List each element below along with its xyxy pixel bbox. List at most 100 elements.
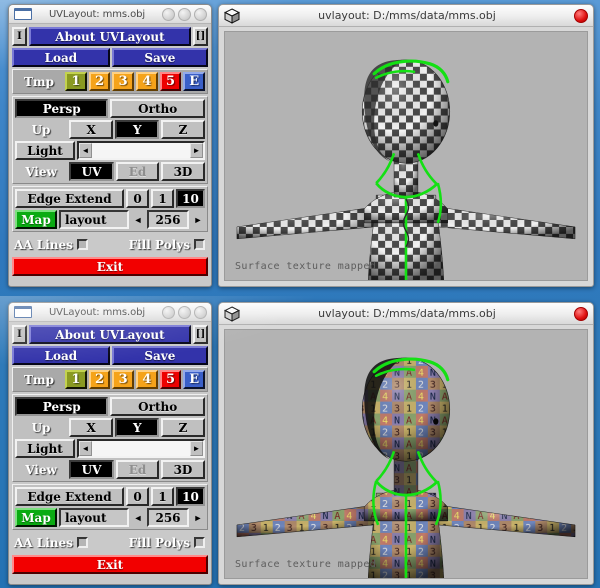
map-size-input[interactable]: 256	[147, 508, 189, 527]
aa-lines-group[interactable]: AA Lines	[14, 235, 88, 254]
minimize-icon[interactable]	[162, 7, 175, 21]
close-icon[interactable]	[194, 305, 207, 319]
control-window-titlebar-2[interactable]: UVLayout: mms.obj	[9, 303, 211, 322]
slider-right-arrow-icon[interactable]: ►	[190, 441, 203, 456]
light-row: Light ◄ ►	[15, 141, 205, 160]
map-name-input[interactable]: layout	[59, 210, 129, 229]
control-window-titlebar[interactable]: UVLayout: mms.obj	[9, 5, 211, 24]
exit-button[interactable]: Exit	[12, 257, 208, 276]
view-uv-button[interactable]: UV	[69, 460, 115, 479]
exit-button[interactable]: Exit	[12, 555, 208, 574]
fill-polys-group[interactable]: Fill Polys	[129, 533, 205, 552]
close-icon[interactable]	[574, 306, 588, 321]
tmp-button-2[interactable]: 2	[88, 370, 111, 389]
edge-extend-0-button[interactable]: 0	[126, 189, 149, 208]
slider-track[interactable]	[92, 441, 190, 456]
save-button[interactable]: Save	[111, 346, 209, 365]
tmp-label: Tmp	[23, 74, 55, 89]
about-uvlayout-button[interactable]: About UVLayout	[29, 27, 191, 46]
maximize-icon[interactable]	[178, 305, 191, 319]
map-size-decrease-icon[interactable]: ◄	[131, 508, 145, 527]
load-button[interactable]: Load	[12, 346, 110, 365]
tmp-button-4[interactable]: 4	[136, 72, 158, 91]
view-settings-group-2: Persp Ortho Up X Y Z Light ◄ ► View UV E…	[12, 394, 208, 482]
light-button[interactable]: Light	[15, 439, 75, 458]
view-uv-button[interactable]: UV	[69, 162, 115, 181]
ortho-button[interactable]: Ortho	[110, 99, 206, 118]
aa-lines-checkbox[interactable]	[76, 239, 88, 250]
persp-button[interactable]: Persp	[15, 99, 109, 118]
aa-lines-label: AA Lines	[14, 237, 73, 252]
light-button[interactable]: Light	[15, 141, 75, 160]
edge-extend-10-button[interactable]: 10	[176, 189, 205, 208]
tmp-button-1[interactable]: 1	[65, 72, 87, 91]
viewport-canvas-bottom[interactable]: 1 2 3 A 4 N	[224, 329, 588, 579]
minimize-icon[interactable]	[162, 305, 175, 319]
up-axis-z-button[interactable]: Z	[161, 418, 205, 437]
menu-left-button[interactable]: I	[12, 27, 27, 46]
map-button[interactable]: Map	[15, 210, 57, 229]
up-axis-y-button[interactable]: Y	[115, 418, 160, 437]
up-axis-y-button[interactable]: Y	[115, 120, 160, 139]
window-icon	[14, 306, 32, 318]
view-ed-button: Ed	[116, 162, 159, 181]
tmp-button-5[interactable]: 5	[159, 72, 182, 91]
slider-left-arrow-icon[interactable]: ◄	[79, 441, 92, 456]
edge-extend-0-button[interactable]: 0	[126, 487, 149, 506]
up-label: Up	[31, 420, 51, 435]
slider-track[interactable]	[92, 143, 190, 158]
viewport-window-top: uvlayout: D:/mms/data/mms.obj Surface te…	[218, 4, 594, 287]
tmp-button-3[interactable]: 3	[112, 72, 135, 91]
viewport-canvas-top[interactable]: Surface texture mapped	[224, 31, 588, 281]
tmp-button-e[interactable]: E	[183, 370, 206, 389]
tmp-button-3[interactable]: 3	[112, 370, 135, 389]
fill-polys-checkbox[interactable]	[194, 537, 205, 548]
light-slider[interactable]: ◄ ►	[77, 141, 205, 160]
edge-extend-button[interactable]: Edge Extend	[15, 189, 124, 208]
maximize-icon[interactable]	[178, 7, 191, 21]
light-slider[interactable]: ◄ ►	[77, 439, 205, 458]
fill-polys-group[interactable]: Fill Polys	[129, 235, 205, 254]
tmp-button-5[interactable]: 5	[159, 370, 182, 389]
view-3d-button[interactable]: 3D	[160, 162, 205, 181]
persp-button[interactable]: Persp	[15, 397, 109, 416]
up-axis-x-button[interactable]: X	[69, 120, 114, 139]
fill-polys-checkbox[interactable]	[194, 239, 205, 250]
status-text-bottom: Surface texture mapped	[235, 559, 377, 570]
close-icon[interactable]	[194, 7, 207, 21]
tmp-button-2[interactable]: 2	[88, 72, 111, 91]
close-icon[interactable]	[574, 8, 588, 23]
map-size-increase-icon[interactable]: ►	[191, 508, 205, 527]
map-size-input[interactable]: 256	[147, 210, 189, 229]
ortho-button[interactable]: Ortho	[110, 397, 206, 416]
slider-left-arrow-icon[interactable]: ◄	[79, 143, 92, 158]
map-size-decrease-icon[interactable]: ◄	[131, 210, 145, 229]
map-name-input[interactable]: layout	[59, 508, 129, 527]
save-button[interactable]: Save	[111, 48, 209, 67]
up-axis-z-button[interactable]: Z	[161, 120, 205, 139]
tmp-button-4[interactable]: 4	[136, 370, 158, 389]
menu-right-button[interactable]: []	[193, 27, 208, 46]
map-size-increase-icon[interactable]: ►	[191, 210, 205, 229]
viewport-titlebar-bottom[interactable]: uvlayout: D:/mms/data/mms.obj	[219, 303, 593, 325]
tmp-button-1[interactable]: 1	[65, 370, 87, 389]
about-uvlayout-button[interactable]: About UVLayout	[29, 325, 191, 344]
map-button[interactable]: Map	[15, 508, 57, 527]
menu-left-button[interactable]: I	[12, 325, 27, 344]
edge-extend-10-button[interactable]: 10	[176, 487, 205, 506]
aa-lines-group[interactable]: AA Lines	[14, 533, 88, 552]
tmp-button-e[interactable]: E	[183, 72, 206, 91]
viewport-titlebar-top[interactable]: uvlayout: D:/mms/data/mms.obj	[219, 5, 593, 27]
slider-right-arrow-icon[interactable]: ►	[190, 143, 203, 158]
edge-extend-1-button[interactable]: 1	[151, 487, 174, 506]
menu-right-button[interactable]: []	[193, 325, 208, 344]
load-button[interactable]: Load	[12, 48, 110, 67]
up-axis-x-button[interactable]: X	[69, 418, 114, 437]
aa-lines-checkbox[interactable]	[76, 537, 88, 548]
up-axis-row: Up X Y Z	[15, 120, 205, 139]
load-save-row-2: Load Save	[12, 346, 209, 365]
edge-extend-button[interactable]: Edge Extend	[15, 487, 124, 506]
cube-icon	[223, 305, 241, 322]
edge-extend-1-button[interactable]: 1	[151, 189, 174, 208]
view-3d-button[interactable]: 3D	[160, 460, 205, 479]
